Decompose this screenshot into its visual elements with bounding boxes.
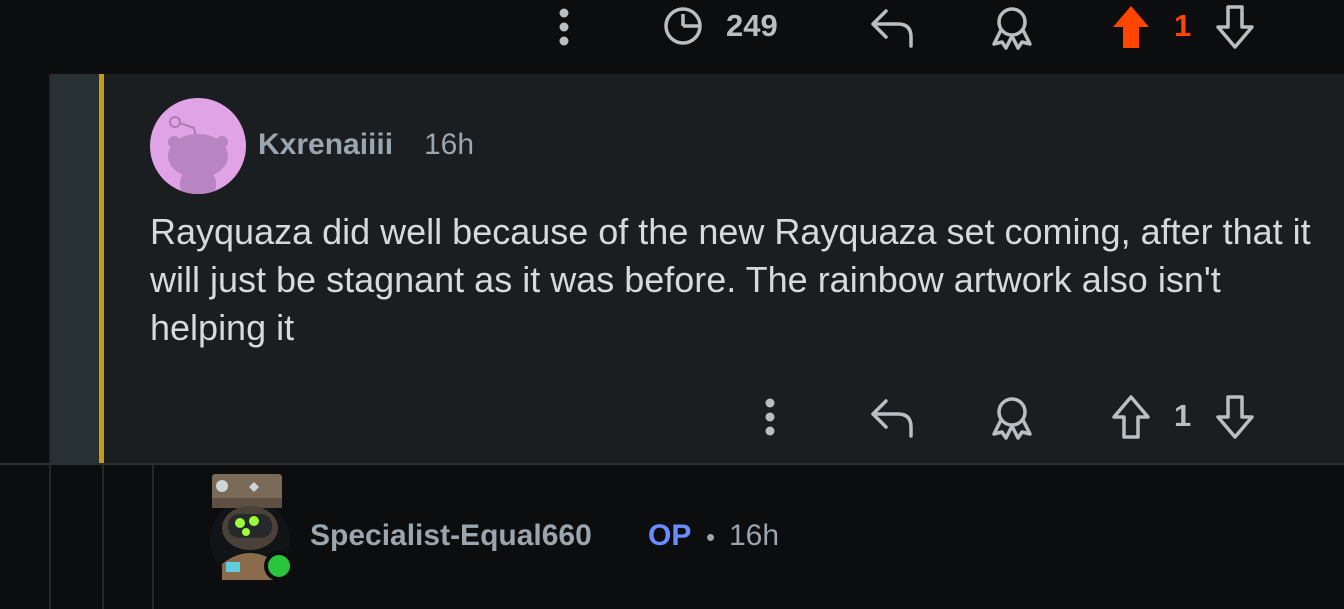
thread-line <box>152 465 154 609</box>
meta-separator: • <box>706 522 716 552</box>
comment-more-options-button[interactable] <box>754 396 786 438</box>
reply-button[interactable] <box>866 4 918 50</box>
more-vertical-icon <box>765 398 775 436</box>
snoo-avatar-icon <box>168 116 228 194</box>
more-vertical-icon <box>559 8 569 46</box>
avatar[interactable] <box>150 98 246 194</box>
award-icon <box>992 7 1032 50</box>
comment-gutter <box>51 74 99 464</box>
thread-line <box>102 465 104 609</box>
reply-icon <box>871 9 913 48</box>
views-count: 249 <box>726 8 778 43</box>
downvote-icon <box>1216 395 1254 439</box>
online-status-indicator <box>264 551 294 581</box>
post-action-bar: 249 1 <box>0 0 1344 74</box>
downvote-icon <box>1216 5 1254 49</box>
comment-downvote-button[interactable] <box>1212 392 1258 442</box>
comment-divider <box>0 463 1344 465</box>
upvote-icon <box>1112 395 1150 439</box>
op-badge: OP <box>648 519 692 552</box>
clock-icon <box>664 7 702 45</box>
comment-vote-count: 1 <box>1174 398 1192 433</box>
reply-timestamp: 16h <box>729 519 780 552</box>
upvote-button[interactable] <box>1108 2 1154 52</box>
reply-username[interactable]: Specialist-Equal660 <box>310 519 592 553</box>
comment-body: Rayquaza did well because of the new Ray… <box>150 211 1311 348</box>
comment-username[interactable]: Kxrenaiiii <box>258 128 393 162</box>
downvote-button[interactable] <box>1212 2 1258 52</box>
upvote-filled-icon <box>1113 6 1149 48</box>
views-indicator: 249 <box>662 4 802 48</box>
vote-count: 1 <box>1174 8 1192 43</box>
comment-award-button[interactable] <box>986 394 1038 442</box>
highlight-accent-bar <box>99 74 104 464</box>
comment-timestamp: 16h <box>424 128 475 161</box>
award-button[interactable] <box>986 4 1038 52</box>
comment-reply-button[interactable] <box>866 394 918 440</box>
comment-upvote-button[interactable] <box>1108 392 1154 442</box>
reply-icon <box>871 399 913 438</box>
more-options-button[interactable] <box>548 6 580 48</box>
award-icon <box>992 397 1032 440</box>
